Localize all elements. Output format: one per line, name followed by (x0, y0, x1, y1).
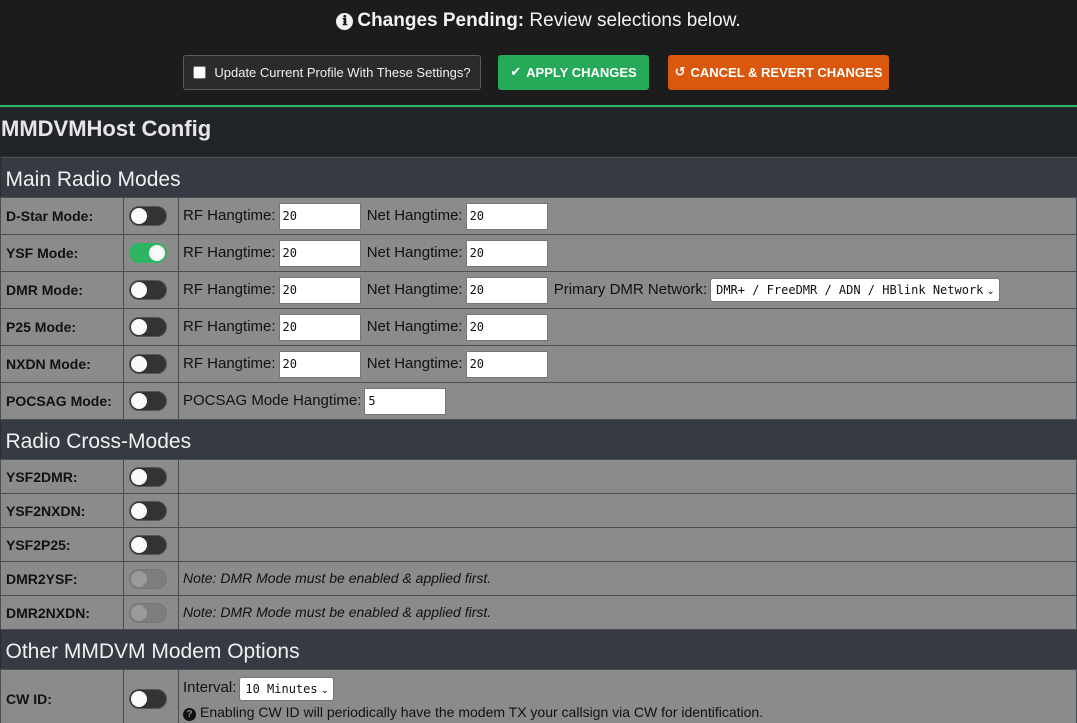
rf-hangtime-label: RF Hangtime: (183, 280, 276, 298)
row-ysf2dmr: YSF2DMR: (0, 459, 1077, 494)
section-title: Other MMDVM Modem Options (0, 629, 1077, 670)
nxdn-mode-toggle[interactable] (129, 354, 167, 374)
rf-hangtime-label: RF Hangtime: (183, 354, 276, 372)
ysf2p25-toggle[interactable] (129, 534, 167, 555)
net-hangtime-label: Net Hangtime: (366, 354, 463, 372)
page-title: MMDVMHost Config (0, 108, 1077, 156)
pending-title: Changes Pending: (357, 10, 525, 31)
pocsag-mode-toggle[interactable] (129, 391, 167, 411)
dmr2ysf-note: Note: DMR Mode must be enabled & applied… (183, 570, 492, 586)
row-label: D-Star Mode: (0, 197, 124, 235)
row-cw-id: CW ID: Interval: 10 Minutes ⌄ ? Enabling CW… (0, 669, 1077, 723)
dstar-net-hangtime-input[interactable]: 20 (465, 202, 548, 230)
update-profile-label: Update Current Profile With These Settin… (214, 65, 471, 80)
row-label: CW ID: (0, 669, 124, 723)
section-radio-cross-modes: Radio Cross-Modes (0, 419, 1077, 460)
rf-hangtime-label: RF Hangtime: (183, 243, 276, 261)
row-label: NXDN Mode: (0, 345, 124, 383)
row-label: YSF2DMR: (0, 459, 124, 494)
interval-label: Interval: (183, 679, 237, 697)
row-label: DMR2YSF: (0, 561, 124, 596)
select-value: DMR+ / FreeDMR / ADN / HBlink Network (716, 283, 984, 297)
apply-changes-button[interactable]: ✔ APPLY CHANGES (498, 55, 649, 90)
net-hangtime-label: Net Hangtime: (366, 280, 463, 298)
cw-id-help-text: Enabling CW ID will periodically have th… (200, 703, 764, 720)
row-dmr2ysf: DMR2YSF: Note: DMR Mode must be enabled … (0, 561, 1077, 596)
question-icon: ? (183, 707, 196, 721)
section-title: Main Radio Modes (0, 157, 1077, 198)
cancel-revert-button[interactable]: ↺ CANCEL & REVERT CHANGES (668, 55, 889, 90)
ysf-mode-toggle[interactable] (129, 243, 167, 263)
ysf-rf-hangtime-input[interactable]: 20 (278, 239, 361, 267)
row-p25-mode: P25 Mode: RF Hangtime: 20 Net Hangtime: 20 (0, 308, 1077, 346)
cw-id-interval-select[interactable]: 10 Minutes ⌄ (239, 676, 334, 701)
rf-hangtime-label: RF Hangtime: (183, 317, 276, 335)
row-dmr-mode: DMR Mode: RF Hangtime: 20 Net Hangtime: 20… (0, 271, 1077, 309)
pending-message: ℹ Changes Pending: Review selections belo… (0, 10, 1077, 32)
update-profile-button[interactable]: Update Current Profile With These Settin… (183, 55, 481, 90)
dmr2nxdn-toggle (129, 602, 167, 623)
pocsag-hangtime-input[interactable]: 5 (364, 387, 447, 415)
dmr-mode-toggle[interactable] (129, 280, 167, 300)
row-label: YSF2NXDN: (0, 493, 124, 528)
row-ysf2p25: YSF2P25: (0, 527, 1077, 562)
row-label: POCSAG Mode: (0, 382, 124, 420)
net-hangtime-label: Net Hangtime: (366, 317, 463, 335)
dmr2nxdn-note: Note: DMR Mode must be enabled & applied… (183, 604, 492, 620)
p25-mode-toggle[interactable] (129, 317, 167, 337)
primary-dmr-network-label: Primary DMR Network: (553, 280, 708, 298)
config-table: Main Radio Modes D-Star Mode: RF Hangtim… (0, 157, 1077, 723)
row-dmr2nxdn: DMR2NXDN: Note: DMR Mode must be enabled… (0, 595, 1077, 630)
info-icon: ℹ (336, 13, 354, 30)
nxdn-rf-hangtime-input[interactable]: 20 (278, 350, 361, 378)
cancel-revert-label: CANCEL & REVERT CHANGES (690, 65, 883, 80)
row-label: YSF2P25: (0, 527, 124, 562)
row-label: DMR Mode: (0, 271, 124, 309)
select-value: 10 Minutes (245, 681, 318, 696)
dmr-net-hangtime-input[interactable]: 20 (465, 276, 548, 304)
section-other-modem-options: Other MMDVM Modem Options (0, 629, 1077, 670)
p25-net-hangtime-input[interactable]: 20 (465, 313, 548, 341)
apply-changes-label: APPLY CHANGES (526, 65, 637, 80)
row-label: DMR2NXDN: (0, 595, 124, 630)
row-label: P25 Mode: (0, 308, 124, 346)
dstar-rf-hangtime-input[interactable]: 20 (278, 202, 361, 230)
row-label: YSF Mode: (0, 234, 124, 272)
undo-icon: ↺ (674, 65, 686, 80)
row-ysf-mode: YSF Mode: RF Hangtime: 20 Net Hangtime: 20 (0, 234, 1077, 272)
net-hangtime-label: Net Hangtime: (366, 206, 463, 224)
net-hangtime-label: Net Hangtime: (366, 243, 463, 261)
chevron-down-icon: ⌄ (986, 286, 995, 297)
dstar-mode-toggle[interactable] (129, 206, 167, 226)
pending-subtitle: Review selections below. (529, 10, 741, 31)
primary-dmr-network-select[interactable]: DMR+ / FreeDMR / ADN / HBlink Network ⌄ (710, 278, 1000, 302)
update-profile-checkbox[interactable] (193, 66, 207, 79)
checkmark-icon: ✔ (510, 65, 522, 80)
ysf-net-hangtime-input[interactable]: 20 (465, 239, 548, 267)
nxdn-net-hangtime-input[interactable]: 20 (465, 350, 548, 378)
dmr-rf-hangtime-input[interactable]: 20 (278, 276, 361, 304)
section-title: Radio Cross-Modes (0, 419, 1077, 460)
ysf2dmr-toggle[interactable] (129, 466, 167, 487)
ysf2nxdn-toggle[interactable] (129, 500, 167, 521)
row-pocsag-mode: POCSAG Mode: POCSAG Mode Hangtime: 5 (0, 382, 1077, 420)
cw-id-toggle[interactable] (129, 688, 167, 709)
row-ysf2nxdn: YSF2NXDN: (0, 493, 1077, 528)
pending-changes-banner: ℹ Changes Pending: Review selections belo… (0, 0, 1077, 107)
row-dstar-mode: D-Star Mode: RF Hangtime: 20 Net Hangtime… (0, 197, 1077, 235)
p25-rf-hangtime-input[interactable]: 20 (278, 313, 361, 341)
dmr2ysf-toggle (129, 568, 167, 589)
rf-hangtime-label: RF Hangtime: (183, 206, 276, 224)
row-nxdn-mode: NXDN Mode: RF Hangtime: 20 Net Hangtime: 2… (0, 345, 1077, 383)
pocsag-hangtime-label: POCSAG Mode Hangtime: (183, 391, 362, 409)
section-main-radio-modes: Main Radio Modes (0, 157, 1077, 198)
chevron-down-icon: ⌄ (320, 684, 329, 696)
